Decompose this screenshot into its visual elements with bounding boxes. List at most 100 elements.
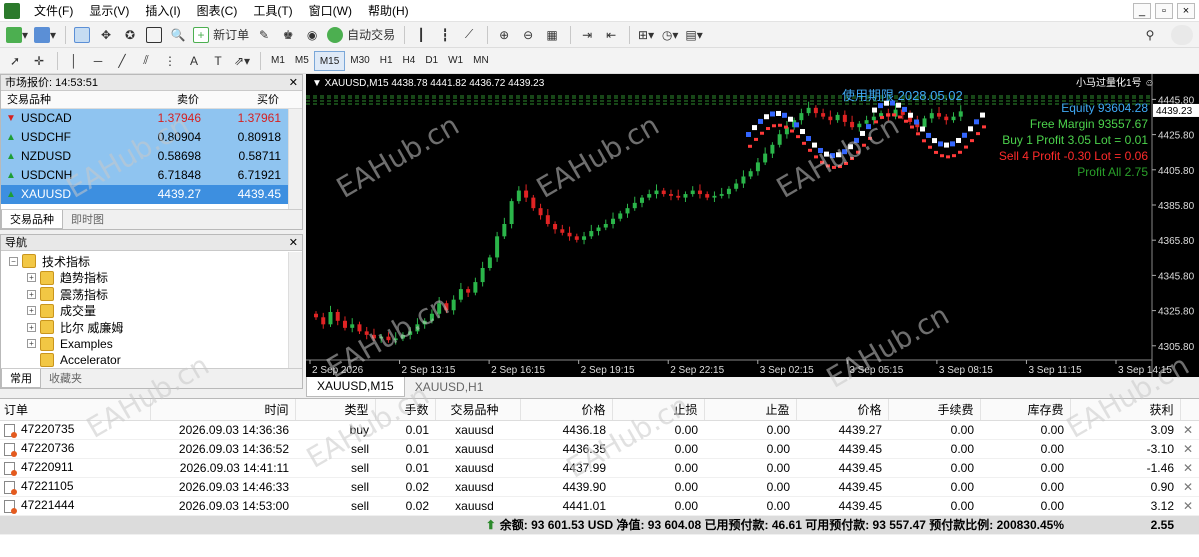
timeframe-m1[interactable]: M1 xyxy=(266,51,290,71)
expand-icon[interactable]: + xyxy=(27,306,36,316)
text-icon[interactable]: A xyxy=(183,50,205,72)
menu-insert[interactable]: 插入(I) xyxy=(137,0,188,22)
timeframe-mn[interactable]: MN xyxy=(468,51,494,71)
navigator-icon[interactable]: ✪ xyxy=(119,24,141,46)
expand-icon[interactable]: + xyxy=(27,339,36,349)
menu-charts[interactable]: 图表(C) xyxy=(189,0,246,22)
templates-icon[interactable]: ▤▾ xyxy=(683,24,705,46)
metaeditor-icon[interactable]: ✎ xyxy=(253,24,275,46)
col-order[interactable]: 订单 xyxy=(0,399,151,421)
timeframe-m5[interactable]: M5 xyxy=(290,51,314,71)
fibonacci-icon[interactable]: ⋮ xyxy=(159,50,181,72)
close-icon[interactable]: ✕ xyxy=(289,75,298,91)
zoom-in-icon[interactable]: ⊕ xyxy=(493,24,515,46)
menu-tools[interactable]: 工具(T) xyxy=(245,0,300,22)
close-order-icon[interactable]: ✕ xyxy=(1180,496,1199,516)
candlestick-chart-icon[interactable]: ┇ xyxy=(434,24,456,46)
timeframe-m30[interactable]: M30 xyxy=(345,51,374,71)
col-open-price[interactable]: 价格 xyxy=(520,399,613,421)
expand-icon[interactable]: + xyxy=(27,289,36,299)
menu-file[interactable]: 文件(F) xyxy=(26,0,81,22)
close-button[interactable]: × xyxy=(1177,2,1195,19)
new-order-button[interactable]: + 新订单 xyxy=(191,24,251,46)
column-ask[interactable]: 买价 xyxy=(205,91,285,108)
search-icon[interactable]: ⚲ xyxy=(1139,24,1161,46)
col-lots[interactable]: 手数 xyxy=(375,399,436,421)
strategy-tester-icon[interactable]: 🔍 xyxy=(167,24,189,46)
order-row[interactable]: 47220911 2026.09.03 14:41:11 sell 0.01 xauus… xyxy=(0,458,1199,478)
market-watch-row[interactable]: ▲ XAUUSD 4439.27 4439.45 xyxy=(1,185,302,204)
col-type[interactable]: 类型 xyxy=(295,399,376,421)
scrollbar[interactable] xyxy=(288,252,302,370)
market-watch-icon[interactable] xyxy=(71,24,93,46)
nav-indicator-group[interactable]: + 成交量 xyxy=(9,303,302,320)
nav-indicator-group[interactable]: + 趋势指标 xyxy=(9,270,302,287)
globe-icon[interactable]: ◉ xyxy=(301,24,323,46)
order-row[interactable]: 47221444 2026.09.03 14:53:00 sell 0.02 xauus… xyxy=(0,496,1199,516)
zoom-out-icon[interactable]: ⊖ xyxy=(517,24,539,46)
tab-symbols[interactable]: 交易品种 xyxy=(1,210,63,229)
col-stop-loss[interactable]: 止损 xyxy=(612,399,705,421)
terminal-icon[interactable] xyxy=(143,24,165,46)
auto-trading-button[interactable]: 自动交易 xyxy=(325,24,397,46)
minimize-button[interactable]: _ xyxy=(1133,2,1151,19)
timeframe-w1[interactable]: W1 xyxy=(443,51,468,71)
market-watch-row[interactable]: ▲ NZDUSD 0.58698 0.58711 xyxy=(1,147,302,166)
line-chart-icon[interactable]: ⟋ xyxy=(458,24,480,46)
autoscroll-icon[interactable]: ⇥ xyxy=(576,24,598,46)
col-current-price[interactable]: 价格 xyxy=(796,399,889,421)
account-avatar[interactable] xyxy=(1171,24,1193,45)
col-time[interactable]: 时间 xyxy=(150,399,296,421)
market-watch-row[interactable]: ▲ USDCHF 0.80904 0.80918 xyxy=(1,128,302,147)
horizontal-line-icon[interactable]: ─ xyxy=(87,50,109,72)
crosshair-icon[interactable]: ✛ xyxy=(28,50,50,72)
price-chart[interactable]: 4445.80 4425.80 4405.80 4385.80 4365.80 4345.… xyxy=(306,74,1199,377)
order-row[interactable]: 47220736 2026.09.03 14:36:52 sell 0.01 xauus… xyxy=(0,439,1199,459)
cursor-icon[interactable]: ➚ xyxy=(4,50,26,72)
col-take-profit[interactable]: 止盈 xyxy=(704,399,797,421)
nav-indicator-group[interactable]: Accelerator xyxy=(9,352,302,369)
arrows-icon[interactable]: ⇗▾ xyxy=(231,50,253,72)
tab-xauusd-h1[interactable]: XAUUSD,H1 xyxy=(405,378,494,397)
col-symbol[interactable]: 交易品种 xyxy=(435,399,521,421)
menu-window[interactable]: 窗口(W) xyxy=(301,0,360,22)
tab-tick-chart[interactable]: 即时图 xyxy=(63,210,112,229)
data-window-icon[interactable]: ✥ xyxy=(95,24,117,46)
market-watch-row[interactable]: ▼ USDCAD 1.37946 1.37961 xyxy=(1,109,302,128)
nav-indicator-group[interactable]: + Examples xyxy=(9,336,302,353)
close-order-icon[interactable]: ✕ xyxy=(1180,458,1199,478)
chart-canvas[interactable]: 4445.804425.804405.804385.804365.804345.… xyxy=(306,74,1199,377)
tab-xauusd-m15[interactable]: XAUUSD,M15 xyxy=(306,377,405,397)
order-row[interactable]: 47221105 2026.09.03 14:46:33 sell 0.02 xauus… xyxy=(0,477,1199,497)
col-commission[interactable]: 手续费 xyxy=(888,399,981,421)
channel-icon[interactable]: ⫽ xyxy=(135,50,157,72)
timeframe-h1[interactable]: H1 xyxy=(375,51,398,71)
indicators-icon[interactable]: ⊞▾ xyxy=(635,24,657,46)
nav-indicator-group[interactable]: + 比尔 威廉姆 xyxy=(9,319,302,336)
order-row[interactable]: 47220735 2026.09.03 14:36:36 buy 0.01 xauusd… xyxy=(0,420,1199,440)
col-profit[interactable]: 获利 xyxy=(1070,399,1181,421)
tree-root-indicators[interactable]: − 技术指标 xyxy=(9,253,302,270)
close-order-icon[interactable]: ✕ xyxy=(1180,420,1199,440)
restore-button[interactable]: ▫ xyxy=(1155,2,1173,19)
col-swap[interactable]: 库存费 xyxy=(980,399,1071,421)
close-order-icon[interactable]: ✕ xyxy=(1180,477,1199,497)
timeframe-d1[interactable]: D1 xyxy=(420,51,443,71)
bar-chart-icon[interactable]: ┃ xyxy=(410,24,432,46)
vertical-line-icon[interactable]: │ xyxy=(63,50,85,72)
expand-icon[interactable]: + xyxy=(27,273,36,283)
periods-icon[interactable]: ◷▾ xyxy=(659,24,681,46)
close-icon[interactable]: ✕ xyxy=(289,235,298,251)
menu-view[interactable]: 显示(V) xyxy=(81,0,137,22)
close-order-icon[interactable]: ✕ xyxy=(1180,439,1199,459)
column-symbol[interactable]: 交易品种 xyxy=(1,91,131,108)
chart-shift-icon[interactable]: ⇤ xyxy=(600,24,622,46)
new-chart-button[interactable]: ▾ xyxy=(4,24,30,46)
menu-help[interactable]: 帮助(H) xyxy=(360,0,417,22)
timeframe-m15[interactable]: M15 xyxy=(313,50,346,71)
tab-common[interactable]: 常用 xyxy=(1,369,41,388)
collapse-icon[interactable]: − xyxy=(9,256,18,266)
nav-indicator-group[interactable]: + 震荡指标 xyxy=(9,286,302,303)
market-watch-row[interactable]: ▲ USDCNH 6.71848 6.71921 xyxy=(1,166,302,185)
expand-icon[interactable]: + xyxy=(27,322,36,332)
